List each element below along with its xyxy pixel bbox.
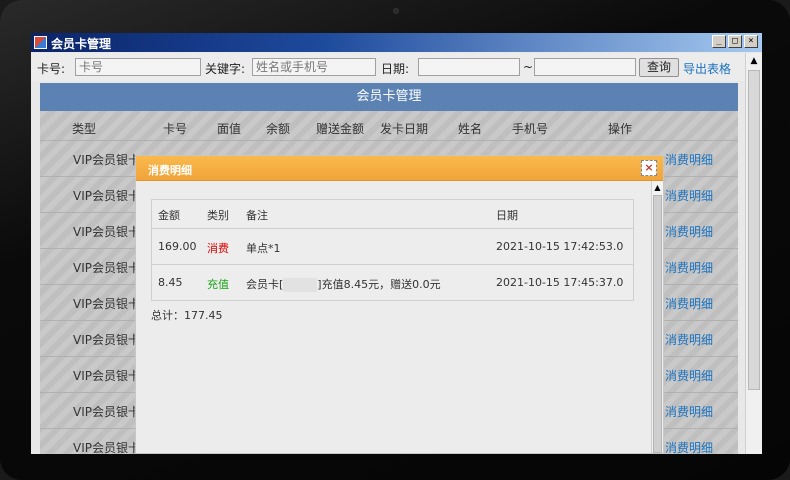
date-end-input[interactable] bbox=[534, 58, 636, 76]
detail-header-row: 金额 类别 备注 日期 bbox=[152, 200, 633, 228]
app-window: 会员卡管理 _ □ × 卡号: 卡号 关键字: 姓名或手机号 日期: ~ 查询 … bbox=[31, 33, 762, 454]
detail-table: 金额 类别 备注 日期 169.00 消费 单点*1 2021-10-15 17… bbox=[151, 199, 634, 301]
header-type: 类别 bbox=[207, 209, 229, 222]
total-label: 总计： bbox=[151, 309, 184, 322]
row-type: VIP会员银卡 bbox=[73, 333, 140, 347]
detail-link[interactable]: 消费明细 bbox=[665, 403, 713, 420]
redacted-card-number bbox=[283, 278, 318, 292]
card-number-input[interactable]: 卡号 bbox=[75, 58, 201, 76]
detail-type: 充值 bbox=[207, 278, 229, 291]
row-type: VIP会员银卡 bbox=[73, 369, 140, 383]
camera-icon bbox=[393, 8, 399, 14]
keyword-label: 关键字: bbox=[205, 62, 246, 76]
col-action: 操作 bbox=[608, 122, 633, 136]
note-suffix: ]充值8.45元，赠送0.0元 bbox=[317, 278, 441, 291]
row-type: VIP会员银卡 bbox=[73, 153, 140, 167]
minimize-button[interactable]: _ bbox=[712, 35, 726, 48]
dialog-header[interactable]: 消费明细 × bbox=[136, 156, 663, 181]
filter-toolbar: 卡号: 卡号 关键字: 姓名或手机号 日期: ~ 查询 导出表格 bbox=[31, 53, 745, 81]
detail-row: 169.00 消费 单点*1 2021-10-15 17:42:53.0 bbox=[152, 228, 633, 264]
keyword-input[interactable]: 姓名或手机号 bbox=[252, 58, 376, 76]
export-link[interactable]: 导出表格 bbox=[683, 60, 731, 77]
detail-link[interactable]: 消费明细 bbox=[665, 439, 713, 454]
col-face-value: 面值 bbox=[217, 122, 242, 136]
dialog-close-icon[interactable]: × bbox=[641, 160, 657, 176]
consumption-detail-dialog: 消费明细 × 金额 类别 备注 日期 169.00 消费 单点*1 2021-1… bbox=[135, 155, 664, 454]
header-amount: 金额 bbox=[158, 209, 180, 222]
col-issue-date: 发卡日期 bbox=[380, 122, 429, 136]
dialog-scrollbar-thumb[interactable] bbox=[653, 195, 662, 453]
app-icon bbox=[34, 36, 47, 49]
detail-note: 单点*1 bbox=[246, 242, 281, 255]
detail-link[interactable]: 消费明细 bbox=[665, 187, 713, 204]
row-type: VIP会员银卡 bbox=[73, 297, 140, 311]
window-controls: _ □ × bbox=[712, 35, 758, 48]
detail-date: 2021-10-15 17:45:37.0 bbox=[496, 276, 624, 289]
query-button[interactable]: 查询 bbox=[639, 58, 679, 77]
detail-amount: 169.00 bbox=[158, 240, 197, 253]
dialog-scrollbar[interactable]: ▲ bbox=[651, 181, 663, 453]
detail-link[interactable]: 消费明细 bbox=[665, 151, 713, 168]
maximize-button[interactable]: □ bbox=[728, 35, 742, 48]
date-separator: ~ bbox=[523, 60, 534, 74]
col-name: 姓名 bbox=[458, 122, 483, 136]
dialog-title: 消费明细 bbox=[148, 164, 192, 177]
window-title: 会员卡管理 bbox=[51, 37, 112, 51]
row-type: VIP会员银卡 bbox=[73, 261, 140, 275]
title-bar[interactable]: 会员卡管理 _ □ × bbox=[31, 33, 762, 52]
window-scrollbar[interactable]: ▲ bbox=[745, 53, 762, 454]
row-type: VIP会员银卡 bbox=[73, 189, 140, 203]
detail-type: 消费 bbox=[207, 242, 229, 255]
total-value: 177.45 bbox=[184, 309, 223, 322]
row-type: VIP会员银卡 bbox=[73, 405, 140, 419]
detail-link[interactable]: 消费明细 bbox=[665, 223, 713, 240]
row-type: VIP会员银卡 bbox=[73, 441, 140, 454]
col-phone: 手机号 bbox=[512, 122, 549, 136]
header-note: 备注 bbox=[246, 209, 268, 222]
col-card-number: 卡号 bbox=[163, 122, 188, 136]
detail-row: 8.45 充值 会员卡[ ]充值8.45元，赠送0.0元 2021-10-15 1… bbox=[152, 264, 633, 300]
device-frame: 会员卡管理 _ □ × 卡号: 卡号 关键字: 姓名或手机号 日期: ~ 查询 … bbox=[0, 0, 790, 480]
date-start-input[interactable] bbox=[418, 58, 520, 76]
card-label: 卡号: bbox=[37, 62, 66, 76]
detail-link[interactable]: 消费明细 bbox=[665, 331, 713, 348]
detail-note: 会员卡[ ]充值8.45元，赠送0.0元 bbox=[246, 276, 441, 292]
detail-amount: 8.45 bbox=[158, 276, 183, 289]
detail-date: 2021-10-15 17:42:53.0 bbox=[496, 240, 624, 253]
col-bonus: 赠送金额 bbox=[316, 122, 365, 136]
grid-title: 会员卡管理 bbox=[40, 83, 738, 111]
note-prefix: 会员卡[ bbox=[246, 278, 284, 291]
close-button[interactable]: × bbox=[744, 35, 758, 48]
scroll-up-icon[interactable]: ▲ bbox=[746, 53, 762, 69]
scrollbar-thumb[interactable] bbox=[748, 70, 760, 390]
col-type: 类型 bbox=[72, 122, 97, 136]
detail-link[interactable]: 消费明细 bbox=[665, 367, 713, 384]
detail-link[interactable]: 消费明细 bbox=[665, 295, 713, 312]
header-date: 日期 bbox=[496, 209, 518, 222]
date-label: 日期: bbox=[381, 62, 410, 76]
row-type: VIP会员银卡 bbox=[73, 225, 140, 239]
detail-link[interactable]: 消费明细 bbox=[665, 259, 713, 276]
scroll-up-icon[interactable]: ▲ bbox=[652, 183, 663, 192]
total-summary: 总计：177.45 bbox=[151, 307, 223, 323]
col-balance: 余额 bbox=[266, 122, 291, 136]
